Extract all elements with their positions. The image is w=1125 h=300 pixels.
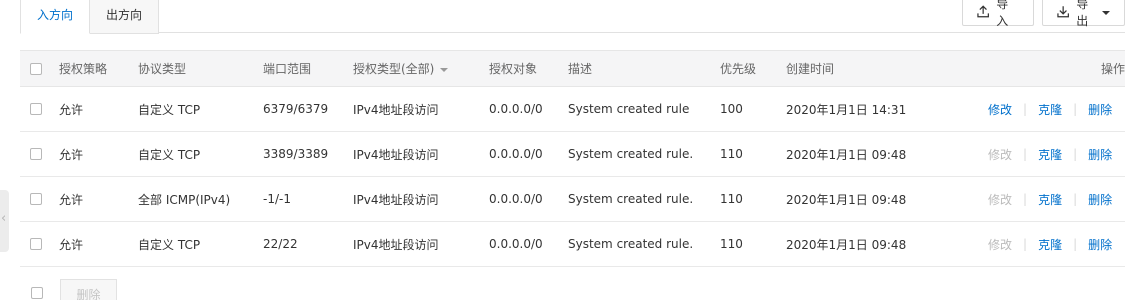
download-icon bbox=[1057, 6, 1069, 18]
export-button[interactable]: 导出 bbox=[1042, 0, 1125, 28]
divider: | bbox=[1073, 192, 1078, 206]
header-ops: 操作 bbox=[1100, 62, 1125, 76]
cell-port: -1/-1 bbox=[263, 192, 291, 206]
edit-link-disabled: 修改 bbox=[988, 237, 1013, 252]
import-label: 导入 bbox=[996, 0, 1009, 28]
cell-port: 3389/3389 bbox=[263, 147, 329, 161]
row-actions: 修改 | 克隆 | 删除 bbox=[988, 177, 1112, 221]
filter-caret-icon bbox=[440, 67, 449, 72]
clone-link[interactable]: 克隆 bbox=[1038, 101, 1062, 118]
divider: | bbox=[1023, 192, 1028, 206]
cell-port: 6379/6379 bbox=[263, 102, 329, 116]
header-object: 授权对象 bbox=[489, 62, 538, 76]
row-select-cell bbox=[30, 222, 42, 266]
cell-created: 2020年1月1日 14:31 bbox=[786, 102, 907, 117]
cell-description: System created rule bbox=[568, 102, 690, 116]
direction-tabs: 入方向 出方向 导入 导出 bbox=[20, 0, 1125, 34]
row-checkbox[interactable] bbox=[30, 238, 42, 250]
import-button[interactable]: 导入 bbox=[962, 0, 1034, 28]
divider: | bbox=[1073, 237, 1078, 251]
cell-priority: 110 bbox=[720, 237, 743, 251]
header-policy: 授权策略 bbox=[59, 62, 108, 76]
export-label: 导出 bbox=[1076, 0, 1089, 28]
delete-link[interactable]: 删除 bbox=[1088, 191, 1112, 208]
edit-link-disabled: 修改 bbox=[988, 192, 1013, 207]
cell-object: 0.0.0.0/0 bbox=[489, 102, 543, 116]
cell-policy: 允许 bbox=[59, 147, 84, 162]
cell-priority: 110 bbox=[720, 192, 743, 206]
edit-link[interactable]: 修改 bbox=[988, 101, 1012, 118]
batch-delete-button[interactable]: 删除 bbox=[60, 279, 117, 300]
side-collapse-handle[interactable]: ‹ bbox=[0, 190, 9, 252]
table-row: 允许 自定义 TCP 6379/6379 IPv4地址段访问 0.0.0.0/0… bbox=[20, 87, 1125, 132]
header-auth-type-filter[interactable]: 授权类型(全部) bbox=[353, 51, 449, 86]
header-priority: 优先级 bbox=[720, 62, 757, 76]
header-port: 端口范围 bbox=[263, 62, 312, 76]
cell-priority: 110 bbox=[720, 147, 743, 161]
chevron-down-icon bbox=[1102, 10, 1110, 15]
chevron-left-icon: ‹ bbox=[1, 211, 7, 226]
clone-link[interactable]: 克隆 bbox=[1038, 146, 1062, 163]
cell-description: System created rule. bbox=[568, 147, 694, 161]
cell-description: System created rule. bbox=[568, 237, 694, 251]
delete-link[interactable]: 删除 bbox=[1088, 146, 1112, 163]
table-row: 允许 全部 ICMP(IPv4) -1/-1 IPv4地址段访问 0.0.0.0… bbox=[20, 177, 1125, 222]
row-checkbox[interactable] bbox=[30, 103, 42, 115]
tab-outbound[interactable]: 出方向 bbox=[90, 0, 160, 34]
cell-auth-type: IPv4地址段访问 bbox=[353, 102, 439, 117]
cell-object: 0.0.0.0/0 bbox=[489, 147, 543, 161]
upload-icon bbox=[977, 5, 989, 18]
divider: | bbox=[1073, 147, 1078, 161]
cell-protocol: 自定义 TCP bbox=[138, 147, 201, 162]
row-actions: 修改 | 克隆 | 删除 bbox=[988, 87, 1112, 131]
divider: | bbox=[1023, 237, 1028, 251]
cell-policy: 允许 bbox=[59, 192, 84, 207]
footer-select-all-checkbox[interactable] bbox=[31, 287, 43, 299]
cell-description: System created rule. bbox=[568, 192, 694, 206]
header-description: 描述 bbox=[568, 62, 593, 76]
cell-auth-type: IPv4地址段访问 bbox=[353, 192, 439, 207]
divider: | bbox=[1023, 147, 1028, 161]
clone-link[interactable]: 克隆 bbox=[1038, 191, 1062, 208]
row-select-cell bbox=[30, 177, 42, 221]
header-auth-type: 授权类型(全部) bbox=[353, 62, 435, 76]
cell-object: 0.0.0.0/0 bbox=[489, 237, 543, 251]
header-protocol: 协议类型 bbox=[138, 62, 187, 76]
row-checkbox[interactable] bbox=[30, 148, 42, 160]
table-header: 授权策略 协议类型 端口范围 授权类型(全部) 授权对象 描述 优先级 创建时间… bbox=[20, 50, 1125, 87]
cell-created: 2020年1月1日 09:48 bbox=[786, 192, 907, 207]
table-row: 允许 自定义 TCP 22/22 IPv4地址段访问 0.0.0.0/0 Sys… bbox=[20, 222, 1125, 267]
tab-inbound[interactable]: 入方向 bbox=[20, 0, 91, 34]
select-all-checkbox[interactable] bbox=[30, 62, 42, 75]
cell-object: 0.0.0.0/0 bbox=[489, 192, 543, 206]
divider: | bbox=[1073, 102, 1078, 116]
cell-auth-type: IPv4地址段访问 bbox=[353, 237, 439, 252]
cell-auth-type: IPv4地址段访问 bbox=[353, 147, 439, 162]
row-checkbox[interactable] bbox=[30, 193, 42, 205]
edit-link-disabled: 修改 bbox=[988, 147, 1013, 162]
delete-link[interactable]: 删除 bbox=[1088, 236, 1112, 253]
cell-protocol: 全部 ICMP(IPv4) bbox=[138, 192, 231, 207]
row-actions: 修改 | 克隆 | 删除 bbox=[988, 132, 1112, 176]
cell-priority: 100 bbox=[720, 102, 743, 116]
divider: | bbox=[1023, 102, 1028, 116]
row-select-cell bbox=[30, 132, 42, 176]
table-row: 允许 自定义 TCP 3389/3389 IPv4地址段访问 0.0.0.0/0… bbox=[20, 132, 1125, 177]
cell-created: 2020年1月1日 09:48 bbox=[786, 147, 907, 162]
header-created: 创建时间 bbox=[786, 62, 835, 76]
row-select-cell bbox=[30, 87, 42, 131]
cell-created: 2020年1月1日 09:48 bbox=[786, 237, 907, 252]
cell-protocol: 自定义 TCP bbox=[138, 102, 201, 117]
cell-policy: 允许 bbox=[59, 237, 84, 252]
delete-link[interactable]: 删除 bbox=[1088, 101, 1112, 118]
cell-protocol: 自定义 TCP bbox=[138, 237, 201, 252]
row-actions: 修改 | 克隆 | 删除 bbox=[988, 222, 1112, 266]
clone-link[interactable]: 克隆 bbox=[1038, 236, 1062, 253]
cell-port: 22/22 bbox=[263, 237, 298, 251]
cell-policy: 允许 bbox=[59, 102, 84, 117]
select-all-cell bbox=[30, 51, 42, 86]
